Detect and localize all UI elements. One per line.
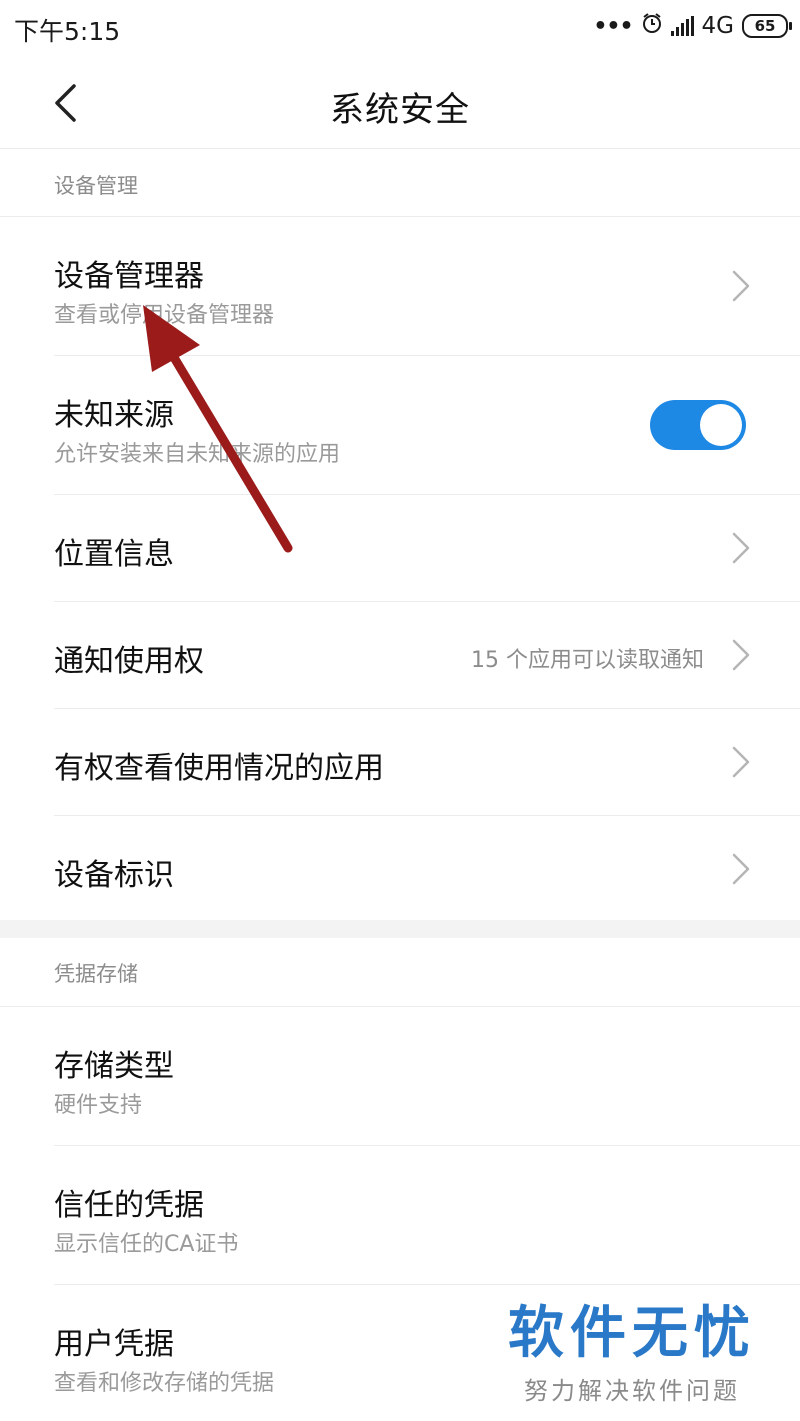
signal-icon [670,16,694,36]
item-title: 信任的凭据 [54,1188,204,1223]
list-item-trusted-credentials[interactable]: 信任的凭据 显示信任的CA证书 [0,1146,800,1284]
unknown-sources-toggle[interactable] [650,400,746,450]
section-separator [0,920,800,938]
more-dots-icon: ••• [593,13,633,39]
chevron-right-icon [732,853,750,885]
list-item-notification-access[interactable]: 通知使用权 15 个应用可以读取通知 [0,602,800,708]
status-time: 下午5:15 [14,17,121,46]
item-subtitle: 查看或停用设备管理器 [54,303,275,328]
item-title: 有权查看使用情况的应用 [54,751,384,786]
chevron-right-icon [732,532,750,564]
network-type: 4G [701,13,734,39]
item-subtitle: 硬件支持 [54,1093,143,1118]
system-security-screen: 下午5:15 ••• 4G 65 系统安全 设备管理 设备管理器 查看或停用设备… [0,0,800,1421]
navigation-bar: 系统安全 [0,56,800,149]
list-item-device-admin[interactable]: 设备管理器 查看或停用设备管理器 [0,217,800,355]
list-item-device-id[interactable]: 设备标识 [0,816,800,920]
item-title: 通知使用权 [54,644,204,679]
chevron-right-icon [732,270,750,302]
item-title: 存储类型 [54,1049,174,1084]
page-title: 系统安全 [330,90,470,130]
item-value: 15 个应用可以读取通知 [471,648,704,673]
status-icons: ••• 4G 65 [593,12,792,40]
battery-icon: 65 [742,14,792,38]
list-item-location[interactable]: 位置信息 [0,495,800,601]
toggle-knob [700,404,742,446]
item-subtitle: 允许安装来自未知来源的应用 [54,442,341,467]
watermark-subtitle: 努力解决软件问题 [524,1377,740,1405]
chevron-right-icon [732,746,750,778]
item-title: 未知来源 [54,398,174,433]
section-header-device-management: 设备管理 [54,174,138,198]
status-bar: 下午5:15 ••• 4G 65 [0,0,800,56]
item-subtitle: 显示信任的CA证书 [54,1232,239,1257]
watermark-logo: 软件无忧 努力解决软件问题 [508,1288,756,1406]
alarm-icon [641,12,663,40]
list-item-usage-access[interactable]: 有权查看使用情况的应用 [0,709,800,815]
item-title: 用户凭据 [54,1327,174,1362]
item-subtitle: 查看和修改存储的凭据 [54,1371,275,1396]
item-title: 设备管理器 [54,259,204,294]
list-item-storage-type[interactable]: 存储类型 硬件支持 [0,1007,800,1145]
list-item-unknown-sources: 未知来源 允许安装来自未知来源的应用 [0,356,800,494]
chevron-right-icon [732,639,750,671]
item-title: 设备标识 [54,858,174,893]
battery-level: 65 [754,17,776,35]
watermark-title: 软件无忧 [508,1301,756,1366]
section-header-credential-storage: 凭据存储 [54,962,138,986]
item-title: 位置信息 [54,537,174,572]
